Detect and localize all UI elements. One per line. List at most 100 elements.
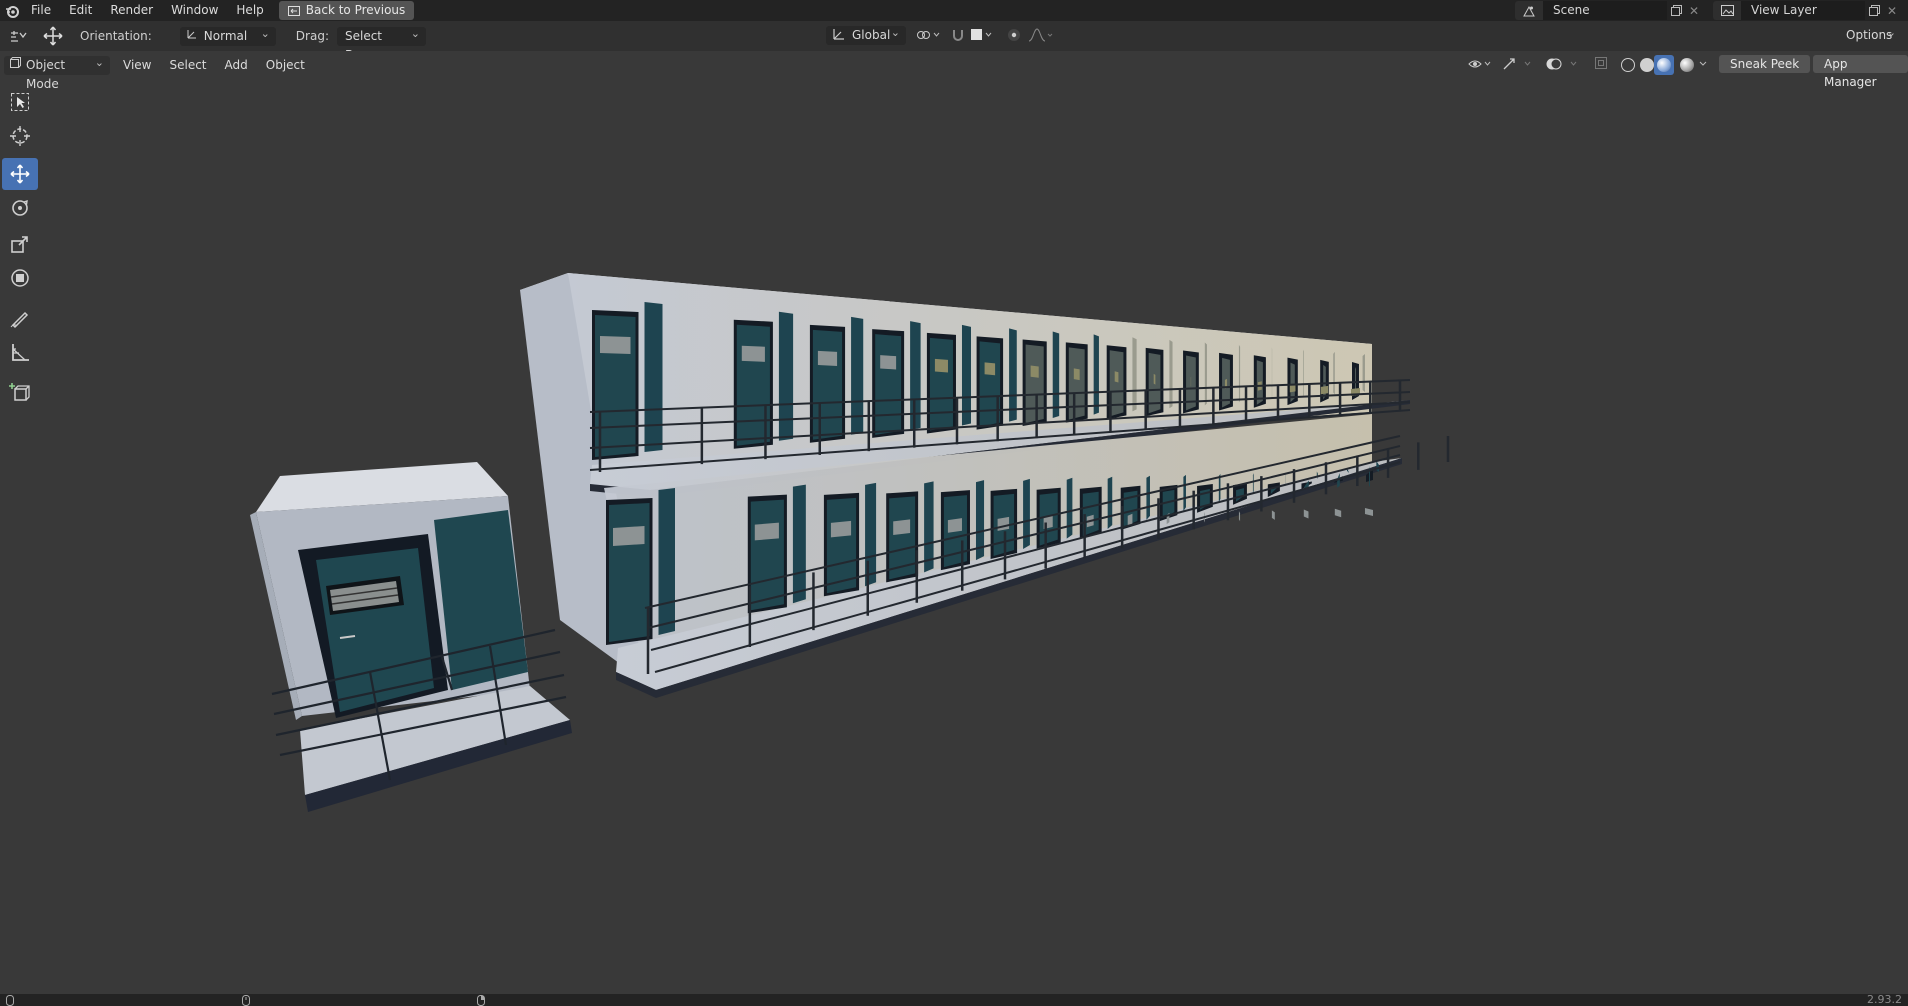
menu-render[interactable]: Render [101,0,162,21]
upper-door [812,329,843,440]
move-tool[interactable] [2,158,38,190]
lower-side-panel [1146,475,1150,520]
transform-tool[interactable] [2,262,38,294]
lower-door-window [1303,509,1309,519]
lower-side-panel [1066,477,1073,539]
cursor-tool[interactable] [2,120,38,152]
proportional-editing-icon[interactable] [1004,27,1024,43]
upper-side-panel [1333,351,1335,395]
annotate-tool[interactable] [2,302,38,334]
upper-door-window [1030,365,1039,378]
transform-orientation-value: Global [852,28,891,42]
falloff-curve-icon[interactable] [1026,27,1056,43]
cursor-icon [9,125,31,147]
upper-door-window [880,355,897,370]
pivot-point-icon[interactable] [912,27,944,43]
lower-side-panel [658,488,675,635]
lower-side-panel [1183,474,1186,512]
upper-side-panel [644,302,663,452]
lower-side-panel [1023,478,1030,549]
scale-tool[interactable] [2,228,38,260]
gizmo-icon[interactable] [1500,56,1536,72]
move-tool-indicator-icon [36,25,70,47]
lower-door-window [947,518,962,533]
status-bar: 2.93.2 [0,993,1908,1006]
new-view-layer-icon[interactable] [1865,5,1883,16]
upper-door-window [1320,385,1329,395]
upper-door-window [817,350,838,367]
menu-add[interactable]: Add [216,55,257,76]
overlays-icon[interactable] [1544,56,1582,72]
blender-logo-icon[interactable] [2,4,22,18]
shading-solid-icon[interactable] [1640,58,1654,72]
screen-back-icon [287,5,300,16]
mouse-left-icon [6,994,14,1006]
material-sphere-icon [1657,58,1671,72]
rotate-tool[interactable] [2,192,38,224]
shading-options-chevron-icon[interactable] [1696,56,1710,72]
back-to-previous-label: Back to Previous [305,3,406,17]
shading-material-icon[interactable] [1654,55,1674,75]
scene-render [250,273,1450,812]
upper-side-panel [1169,339,1173,409]
view-layer-selector[interactable]: View Layer ✕ [1713,1,1908,20]
xray-icon[interactable] [1592,56,1610,70]
sneak-peek-button[interactable]: Sneak Peek [1719,55,1811,73]
small-building[interactable] [250,462,572,812]
drag-dropdown[interactable]: Select Box [336,24,426,62]
scene-name[interactable]: Scene [1543,1,1667,20]
upper-door-window [1153,373,1156,385]
transform-orientation-dropdown[interactable]: Global [826,23,906,47]
delete-scene-icon[interactable]: ✕ [1685,4,1703,18]
lower-side-panel [792,484,806,604]
measure-icon [9,341,31,363]
drag-label: Drag: [295,29,329,43]
menu-select[interactable]: Select [160,55,215,76]
lower-door-window [1334,508,1342,518]
long-building[interactable] [520,273,1450,698]
lower-door-window [1271,510,1275,520]
snap-element-icon[interactable] [968,27,996,43]
scene-selector[interactable]: Scene ✕ [1515,1,1707,20]
scale-icon [9,233,31,255]
measure-tool[interactable] [2,336,38,368]
shading-wireframe-icon[interactable] [1621,58,1635,72]
menu-object[interactable]: Object [257,55,314,76]
upper-door-window [984,362,996,376]
menu-view[interactable]: View [114,55,160,76]
move-icon [9,163,31,185]
lower-door [609,503,650,642]
menu-window[interactable]: Window [162,0,227,21]
delete-view-layer-icon[interactable]: ✕ [1883,4,1901,18]
global-axes-icon [832,27,846,47]
transform-icon [9,267,31,289]
select-box-tool[interactable] [2,86,38,118]
3d-viewport[interactable] [0,79,1908,994]
upper-door [875,334,902,435]
menu-edit[interactable]: Edit [60,0,101,21]
view-layer-name[interactable]: View Layer [1741,1,1865,20]
mouse-middle-icon [242,994,250,1006]
new-scene-icon[interactable] [1667,5,1685,16]
shading-rendered-icon[interactable] [1680,58,1694,72]
visibility-icon[interactable] [1466,56,1494,72]
upper-door-window [1073,368,1080,381]
lower-door-window [893,519,911,535]
back-to-previous-button[interactable]: Back to Previous [278,1,415,20]
menu-help[interactable]: Help [227,0,272,21]
menu-file[interactable]: File [22,0,60,21]
app-manager-button[interactable]: App Manager [1813,55,1908,89]
top-menu-bar: File Edit Render Window Help Back to Pre… [0,0,1908,21]
lower-door [750,499,784,611]
snap-icon[interactable] [948,27,968,43]
orientation-dropdown[interactable]: Normal [179,24,276,46]
editor-type-icon[interactable] [0,29,36,43]
options-dropdown[interactable]: Options [1838,23,1902,45]
upper-side-panel [1303,349,1304,398]
lower-door-window [613,526,645,546]
add-cube-tool[interactable] [2,376,38,408]
view-layer-icon [1713,1,1741,20]
upper-door [1109,350,1124,417]
mode-dropdown[interactable]: Object Mode [4,53,110,91]
upper-side-panel [1238,344,1241,403]
